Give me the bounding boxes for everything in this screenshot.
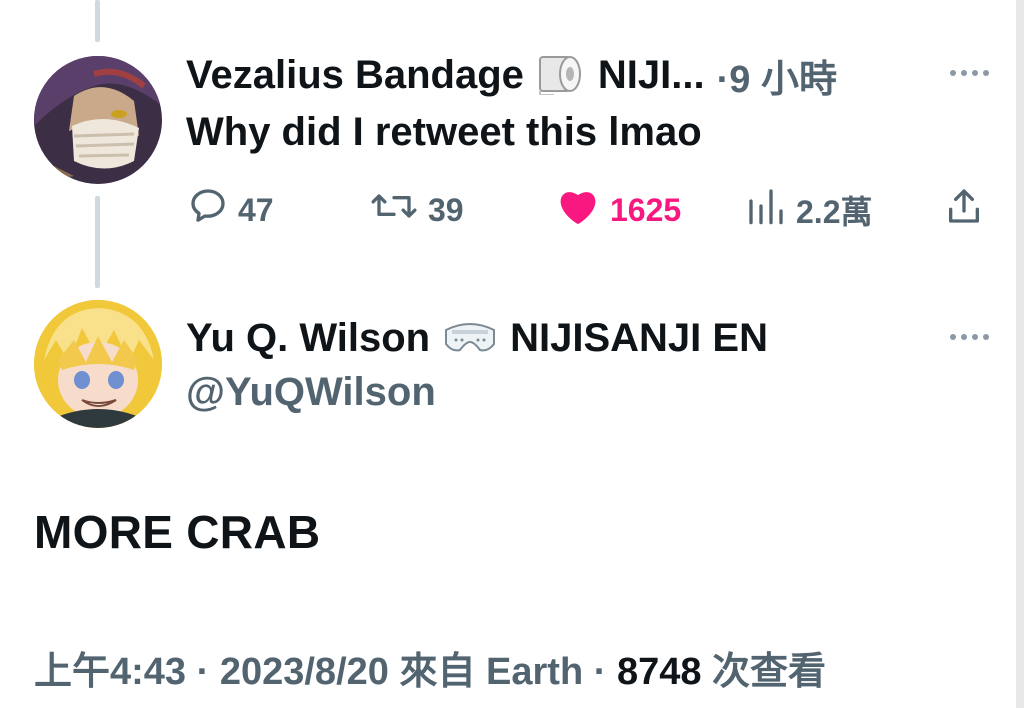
reply-icon (188, 186, 228, 234)
avatar-yuqwilson[interactable] (34, 300, 162, 428)
retweet-icon (370, 186, 418, 234)
author-display-name[interactable]: Yu Q. Wilson (186, 316, 430, 361)
heart-icon (556, 186, 600, 234)
toilet-paper-icon (536, 51, 586, 100)
thread-line-connector (95, 196, 100, 288)
like-button[interactable]: 1625 (556, 186, 681, 234)
share-icon (944, 186, 984, 234)
goggles-icon (442, 316, 498, 361)
reply-count: 47 (238, 191, 274, 228)
tweet-source: Earth (486, 651, 584, 693)
reply-display-name[interactable]: Vezalius Bandage (186, 53, 524, 98)
source-prefix: 來自 (388, 651, 487, 693)
tweet-footer: 上午4:43 · 2023/8/20 來自 Earth · 8748 次查看 (34, 640, 826, 695)
share-button[interactable] (944, 186, 984, 234)
tweet-view-count[interactable]: 8748 (617, 651, 702, 693)
bar-chart-icon (746, 186, 786, 234)
author-name-suffix[interactable]: NIJISANJI EN (510, 316, 768, 361)
tweet-text: MORE CRAB (34, 506, 321, 558)
separator-dot: · (583, 651, 617, 693)
scrollbar-track[interactable] (1016, 0, 1024, 708)
separator-dot: · (186, 651, 220, 693)
reply-button[interactable]: 47 (188, 186, 274, 234)
thread-line-top (95, 0, 100, 42)
views-label: 次查看 (701, 651, 827, 693)
reply-timestamp[interactable]: ·9 小時 (717, 48, 837, 103)
reply-more-icon[interactable] (950, 70, 989, 76)
tweet-time[interactable]: 上午4:43 (34, 651, 186, 693)
views-count: 2.2萬 (796, 194, 873, 230)
tweet-date[interactable]: 2023/8/20 (220, 651, 389, 693)
reply-text: Why did I retweet this lmao (186, 110, 702, 154)
retweet-count: 39 (428, 191, 464, 228)
views-button[interactable]: 2.2萬 (746, 186, 873, 234)
reply-name-suffix[interactable]: NIJI... (598, 53, 705, 98)
retweet-button[interactable]: 39 (370, 186, 464, 234)
tweet-more-icon[interactable] (950, 334, 989, 340)
like-count: 1625 (610, 191, 682, 228)
avatar-vezalius[interactable] (34, 56, 162, 184)
author-handle[interactable]: @YuQWilson (186, 370, 436, 415)
